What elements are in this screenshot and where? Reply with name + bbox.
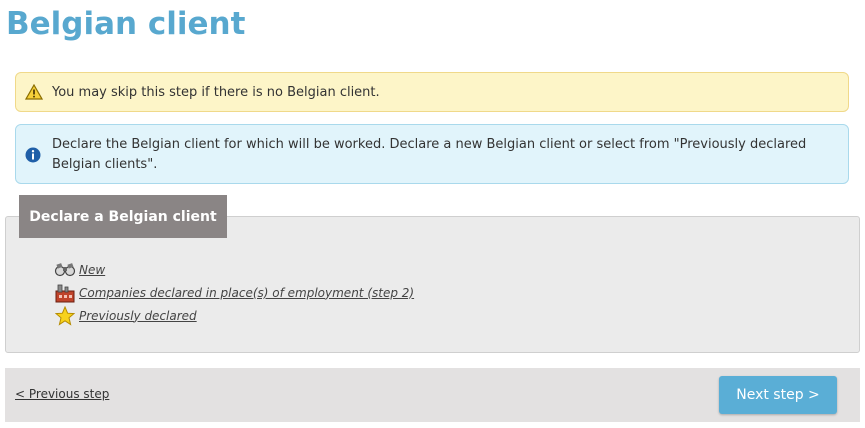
star-icon — [54, 305, 76, 326]
warning-icon — [24, 83, 44, 104]
option-companies-label: Companies declared in place(s) of employ… — [79, 285, 415, 300]
option-companies-declared[interactable]: Companies declared in place(s) of employ… — [54, 281, 414, 304]
footer-bar: < Previous step Next step > — [5, 368, 860, 422]
declare-options-list: New Companies declared in place(s) of em… — [54, 258, 414, 327]
page-title: Belgian client — [6, 6, 246, 42]
panel-title: Declare a Belgian client — [19, 195, 227, 238]
previous-step-link[interactable]: < Previous step — [15, 387, 109, 401]
info-alert: Declare the Belgian client for which wil… — [15, 124, 849, 184]
warning-text: You may skip this step if there is no Be… — [52, 85, 380, 100]
factory-icon — [54, 283, 76, 303]
warning-alert: You may skip this step if there is no Be… — [15, 72, 849, 112]
next-step-button[interactable]: Next step > — [719, 376, 837, 414]
info-icon — [25, 147, 41, 167]
option-previously-declared[interactable]: Previously declared — [54, 304, 414, 327]
binoculars-icon — [54, 260, 76, 280]
option-new-label: New — [79, 262, 106, 277]
option-previously-declared-label: Previously declared — [79, 308, 197, 323]
info-text: Declare the Belgian client for which wil… — [52, 137, 807, 172]
option-new[interactable]: New — [54, 258, 414, 281]
